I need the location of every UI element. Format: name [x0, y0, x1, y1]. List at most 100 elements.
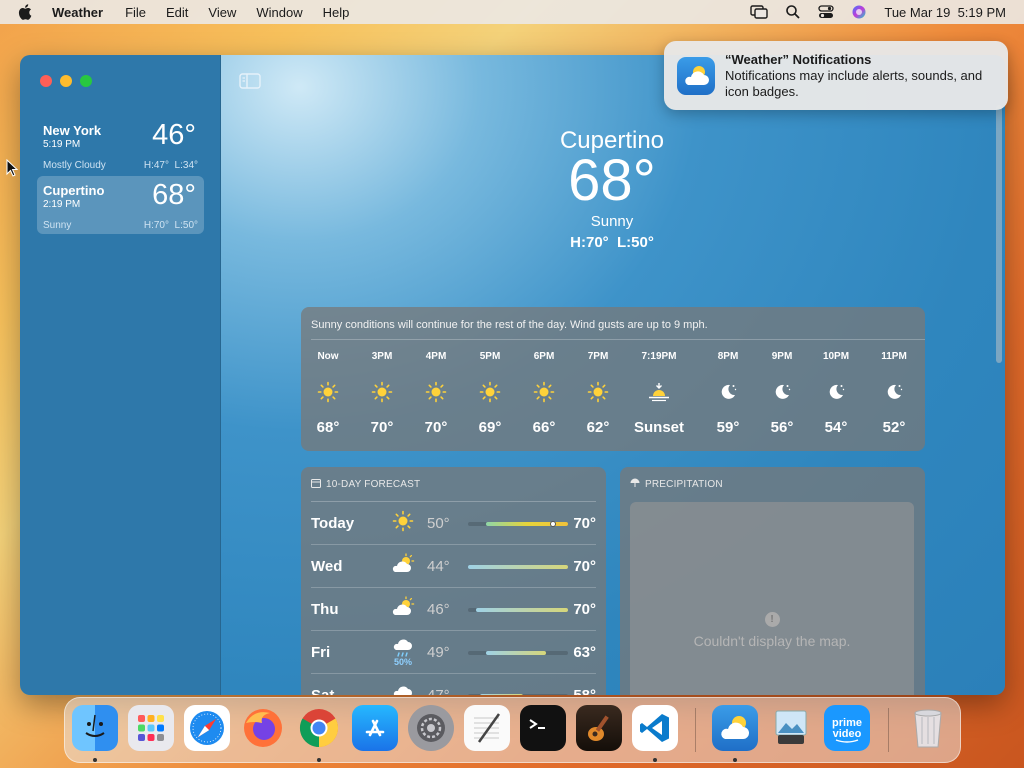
notification-body: Notifications may include alerts, sounds… [725, 68, 983, 99]
partly-cloudy-icon [391, 596, 415, 624]
forecast-day-row[interactable]: Thu 46° 70° [311, 588, 596, 631]
dock-terminal-icon[interactable] [520, 705, 566, 751]
hourly-summary: Sunny conditions will continue for the r… [311, 319, 708, 331]
precipitation-panel[interactable]: PRECIPITATION ! Couldn't display the map… [620, 467, 925, 695]
dock-textedit-icon[interactable] [464, 705, 510, 751]
sunset-icon [622, 373, 696, 411]
dock-app-store-icon[interactable] [352, 705, 398, 751]
notification-title: “Weather” Notifications [725, 52, 872, 67]
temp-range-bar [468, 608, 568, 612]
forecast-title-label: 10-DAY FORECAST [326, 479, 421, 490]
dock-preview-icon[interactable] [768, 705, 814, 751]
city-time: 2:19 PM [43, 199, 81, 210]
menu-window[interactable]: Window [256, 5, 302, 20]
control-center-icon[interactable] [818, 5, 835, 19]
city-card-new-york[interactable]: New York 5:19 PM 46° Mostly Cloudy H:47°… [37, 116, 204, 174]
forecast-day-row[interactable]: Wed 44° 70° [311, 545, 596, 588]
menubar-clock[interactable]: Tue Mar 19 5:19 PM [884, 5, 1006, 20]
day-low-temp: 47° [427, 687, 450, 695]
city-card-cupertino[interactable]: Cupertino 2:19 PM 68° Sunny H:70° L:50° [37, 176, 204, 234]
sun-icon [517, 373, 571, 411]
hour-label: 6PM [533, 351, 555, 362]
hour-column: Now 68° [301, 351, 355, 436]
map-error-message: Couldn't display the map. [693, 633, 851, 649]
city-hilo: H:70° L:50° [143, 220, 198, 231]
city-condition: Sunny [43, 220, 72, 231]
dock: prime video [64, 697, 961, 763]
day-name: Sat [311, 687, 334, 695]
hour-label: 7:19PM [641, 351, 677, 362]
menu-edit[interactable]: Edit [166, 5, 188, 20]
rain-icon: 50% [391, 639, 415, 667]
dock-chrome-icon[interactable] [296, 705, 342, 751]
day-name: Thu [311, 601, 339, 618]
hour-column: 11PM 52° [867, 351, 921, 436]
ten-day-forecast-panel[interactable]: 10-DAY FORECAST Today 50° 70° Wed 44° 70° Thu 4… [301, 467, 606, 695]
sidebar-toggle-icon[interactable] [239, 73, 261, 94]
hour-label: 9PM [771, 351, 793, 362]
running-indicator [733, 758, 737, 762]
minimize-button[interactable] [60, 75, 72, 87]
menu-file[interactable]: File [125, 5, 146, 20]
hour-column: 8PM 59° [701, 351, 755, 436]
umbrella-icon [630, 478, 640, 491]
cloud-icon [391, 682, 415, 695]
hourly-forecast-panel[interactable]: Sunny conditions will continue for the r… [301, 307, 925, 451]
apple-menu-icon[interactable] [18, 4, 38, 20]
screen-mirroring-icon[interactable] [750, 5, 769, 19]
day-name: Today [311, 515, 355, 532]
hour-temp: Sunset [633, 419, 684, 436]
dock-prime-video-icon[interactable]: prime video [824, 705, 870, 751]
dock-firefox-icon[interactable] [240, 705, 286, 751]
dock-weather-icon[interactable] [712, 705, 758, 751]
main-content: Cupertino 68° Sunny H:70° L:50° Sunny co… [221, 55, 1005, 695]
hour-label: 7PM [587, 351, 609, 362]
dock-garageband-icon[interactable] [576, 705, 622, 751]
notification-banner[interactable]: “Weather” Notifications Notifications ma… [664, 41, 1008, 110]
dock-trash-icon[interactable] [905, 705, 951, 751]
dock-launchpad-icon[interactable] [128, 705, 174, 751]
precip-chance: 50% [393, 657, 412, 667]
menu-view[interactable]: View [208, 5, 236, 20]
dock-finder-icon[interactable] [72, 705, 118, 751]
dock-vscode-icon[interactable] [632, 705, 678, 751]
moon-icon [701, 373, 755, 411]
hour-label: 8PM [717, 351, 739, 362]
moon-icon [755, 373, 809, 411]
forecast-day-row[interactable]: Sat 47° 58° [311, 674, 596, 695]
hour-temp: 70° [424, 419, 448, 436]
day-low-temp: 50° [427, 515, 450, 532]
svg-text:video: video [833, 728, 862, 740]
dock-separator [888, 708, 889, 752]
temp-range-fill [486, 651, 546, 655]
day-high-temp: 63° [573, 644, 596, 661]
info-icon: ! [764, 612, 780, 627]
menu-help[interactable]: Help [323, 5, 350, 20]
dock-safari-icon[interactable] [184, 705, 230, 751]
current-temp-dot [550, 521, 556, 527]
dock-system-settings-icon[interactable] [408, 705, 454, 751]
weather-window: New York 5:19 PM 46° Mostly Cloudy H:47°… [20, 55, 1005, 695]
hour-column: 7:19PM Sunset [622, 351, 696, 436]
sun-icon [463, 373, 517, 411]
precipitation-map[interactable]: ! Couldn't display the map. [630, 502, 914, 695]
app-name-menu[interactable]: Weather [52, 5, 103, 20]
temp-range-bar [468, 651, 568, 655]
forecast-title: 10-DAY FORECAST [311, 478, 420, 491]
hour-column: 6PM 66° [517, 351, 571, 436]
close-button[interactable] [40, 75, 52, 87]
zoom-button[interactable] [80, 75, 92, 87]
hour-column: 9PM 56° [755, 351, 809, 436]
city-temp: 46° [152, 119, 196, 151]
divider [311, 339, 925, 340]
day-low-temp: 44° [427, 558, 450, 575]
forecast-day-row[interactable]: Today 50° 70° [311, 502, 596, 545]
menu-bar: Weather File Edit View Window Help Tue M… [0, 0, 1024, 24]
spotlight-search-icon[interactable] [786, 5, 800, 19]
siri-icon[interactable] [852, 5, 866, 19]
scrollbar[interactable] [996, 105, 1002, 363]
current-temp: 68° [568, 148, 656, 213]
forecast-day-row[interactable]: Fri 50% 49° 63° [311, 631, 596, 674]
partly-cloudy-icon [391, 553, 415, 581]
moon-icon [809, 373, 863, 411]
